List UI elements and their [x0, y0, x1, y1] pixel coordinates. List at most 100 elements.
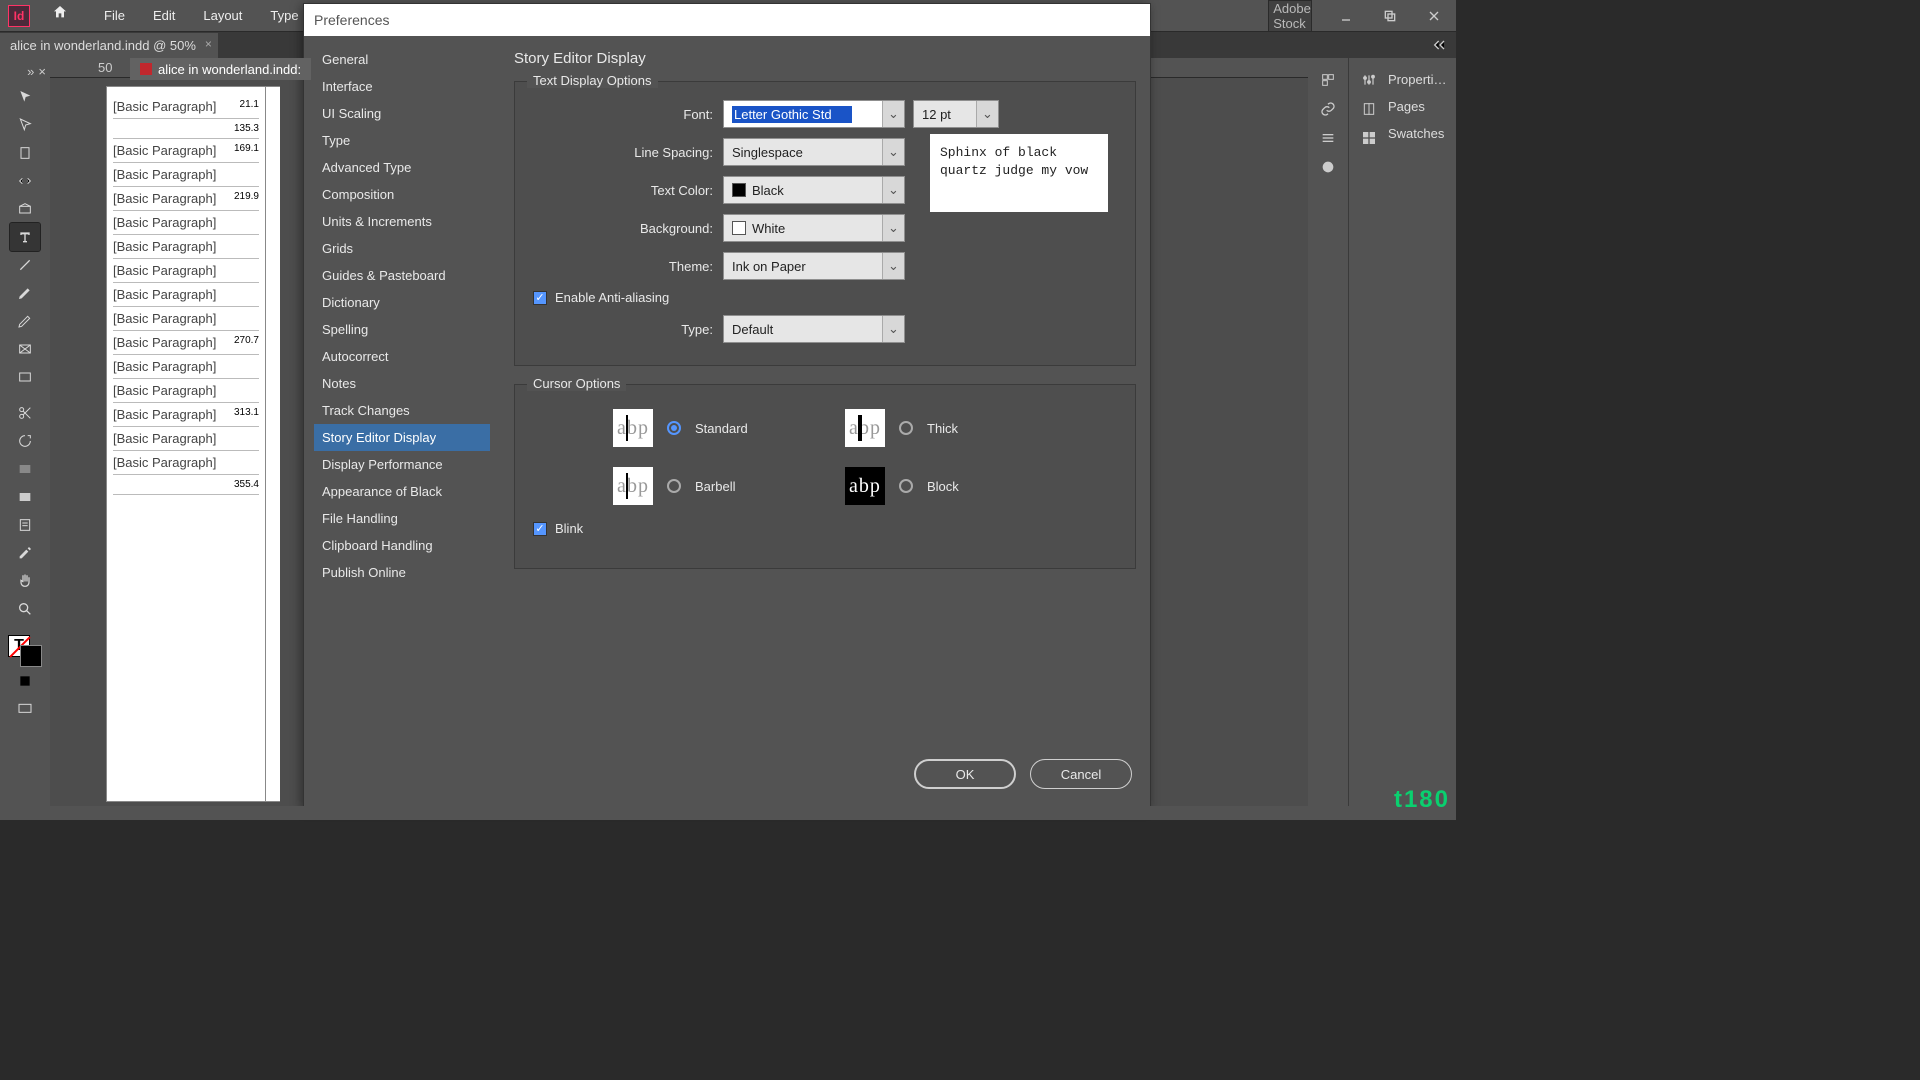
note-tool-icon[interactable]: [10, 511, 40, 539]
page-tool-icon[interactable]: [10, 139, 40, 167]
content-collector-tool-icon[interactable]: [10, 195, 40, 223]
hand-tool-icon[interactable]: [10, 567, 40, 595]
chevron-down-icon[interactable]: ⌄: [882, 177, 904, 203]
menu-layout[interactable]: Layout: [189, 0, 256, 32]
dock-expand-icon[interactable]: »: [27, 64, 34, 79]
chevron-down-icon[interactable]: ⌄: [976, 101, 998, 127]
zoom-tool-icon[interactable]: [10, 595, 40, 623]
story-editor-row[interactable]: [Basic Paragraph]: [113, 379, 259, 403]
cursor-option-barbell[interactable]: abp Barbell: [613, 467, 825, 505]
panel-collapse-icon[interactable]: [1424, 32, 1456, 58]
window-maximize-icon[interactable]: [1368, 0, 1412, 32]
links-panel-icon[interactable]: [1320, 101, 1336, 120]
background-select[interactable]: White ⌄: [723, 214, 905, 242]
pref-nav-dictionary[interactable]: Dictionary: [314, 289, 490, 316]
story-editor-row[interactable]: [Basic Paragraph]: [113, 307, 259, 331]
rectangle-tool-icon[interactable]: [10, 363, 40, 391]
pref-nav-appearance-of-black[interactable]: Appearance of Black: [314, 478, 490, 505]
pref-nav-story-editor-display[interactable]: Story Editor Display: [314, 424, 490, 451]
pref-nav-clipboard-handling[interactable]: Clipboard Handling: [314, 532, 490, 559]
pref-nav-notes[interactable]: Notes: [314, 370, 490, 397]
pref-nav-ui-scaling[interactable]: UI Scaling: [314, 100, 490, 127]
radio-icon[interactable]: [899, 421, 913, 435]
selection-tool-icon[interactable]: [10, 83, 40, 111]
gradient-swatch-tool-icon[interactable]: [10, 455, 40, 483]
story-editor-row[interactable]: [Basic Paragraph]21.1: [113, 95, 259, 119]
properties-panel-icon[interactable]: [1320, 72, 1336, 91]
pref-nav-type[interactable]: Type: [314, 127, 490, 154]
document-tab[interactable]: alice in wonderland.indd @ 50% ×: [0, 33, 218, 58]
window-close-icon[interactable]: [1412, 0, 1456, 32]
panel-properties-label[interactable]: Properti…: [1388, 72, 1456, 87]
story-editor-row[interactable]: [Basic Paragraph]270.7: [113, 331, 259, 355]
pref-nav-composition[interactable]: Composition: [314, 181, 490, 208]
close-tab-icon[interactable]: ×: [205, 37, 212, 51]
font-size-select[interactable]: 12 pt ⌄: [913, 100, 999, 128]
gradient-feather-tool-icon[interactable]: [10, 483, 40, 511]
story-editor-row[interactable]: [Basic Paragraph]: [113, 163, 259, 187]
direct-selection-tool-icon[interactable]: [10, 111, 40, 139]
cursor-option-standard[interactable]: abp Standard: [613, 409, 825, 447]
pref-nav-display-performance[interactable]: Display Performance: [314, 451, 490, 478]
swatches-icon[interactable]: [1361, 130, 1377, 149]
pages-icon[interactable]: [1361, 101, 1377, 120]
color-panel-icon[interactable]: [1320, 159, 1336, 178]
eyedropper-tool-icon[interactable]: [10, 539, 40, 567]
pencil-tool-icon[interactable]: [10, 307, 40, 335]
pref-nav-grids[interactable]: Grids: [314, 235, 490, 262]
pref-nav-track-changes[interactable]: Track Changes: [314, 397, 490, 424]
radio-icon[interactable]: [667, 479, 681, 493]
blink-checkbox[interactable]: ✓ Blink: [533, 521, 1117, 536]
story-editor-row[interactable]: [Basic Paragraph]: [113, 235, 259, 259]
window-minimize-icon[interactable]: [1324, 0, 1368, 32]
story-editor-row[interactable]: 135.3: [113, 119, 259, 139]
pref-nav-interface[interactable]: Interface: [314, 73, 490, 100]
panel-pages-label[interactable]: Pages: [1388, 99, 1456, 114]
font-select[interactable]: ⌄: [723, 100, 905, 128]
chevron-down-icon[interactable]: ⌄: [882, 215, 904, 241]
story-editor-row[interactable]: [Basic Paragraph]219.9: [113, 187, 259, 211]
line-spacing-select[interactable]: Singlespace ⌄: [723, 138, 905, 166]
menu-file[interactable]: File: [90, 0, 139, 32]
gap-tool-icon[interactable]: [10, 167, 40, 195]
free-transform-tool-icon[interactable]: [10, 427, 40, 455]
apply-color-icon[interactable]: [10, 667, 40, 695]
story-editor-row[interactable]: [Basic Paragraph]: [113, 355, 259, 379]
story-editor-row[interactable]: [Basic Paragraph]: [113, 211, 259, 235]
stock-search[interactable]: Adobe Stock: [1268, 0, 1312, 32]
line-tool-icon[interactable]: [10, 251, 40, 279]
pref-nav-units-increments[interactable]: Units & Increments: [314, 208, 490, 235]
cancel-button[interactable]: Cancel: [1030, 759, 1132, 789]
panel-swatches-label[interactable]: Swatches: [1388, 126, 1456, 141]
chevron-down-icon[interactable]: ⌄: [882, 253, 904, 279]
chevron-down-icon[interactable]: ⌄: [882, 101, 904, 127]
properties-icon[interactable]: [1361, 72, 1377, 91]
aa-type-select[interactable]: Default ⌄: [723, 315, 905, 343]
story-editor-row[interactable]: [Basic Paragraph]: [113, 427, 259, 451]
pref-nav-publish-online[interactable]: Publish Online: [314, 559, 490, 586]
story-editor-text-column[interactable]: [266, 86, 280, 802]
pref-nav-autocorrect[interactable]: Autocorrect: [314, 343, 490, 370]
story-editor-tab[interactable]: alice in wonderland.indd:: [130, 58, 311, 80]
pref-nav-advanced-type[interactable]: Advanced Type: [314, 154, 490, 181]
fill-stroke-swatch[interactable]: T: [8, 635, 42, 667]
pref-nav-guides-pasteboard[interactable]: Guides & Pasteboard: [314, 262, 490, 289]
pref-nav-general[interactable]: General: [314, 46, 490, 73]
theme-select[interactable]: Ink on Paper ⌄: [723, 252, 905, 280]
story-editor-row[interactable]: [Basic Paragraph]313.1: [113, 403, 259, 427]
scissors-tool-icon[interactable]: [10, 399, 40, 427]
screen-mode-icon[interactable]: [10, 695, 40, 723]
font-input[interactable]: [732, 106, 852, 123]
story-editor-row[interactable]: [Basic Paragraph]: [113, 283, 259, 307]
chevron-down-icon[interactable]: ⌄: [882, 139, 904, 165]
story-editor-row[interactable]: 355.4: [113, 475, 259, 495]
pref-nav-spelling[interactable]: Spelling: [314, 316, 490, 343]
rectangle-frame-tool-icon[interactable]: [10, 335, 40, 363]
story-editor-row[interactable]: [Basic Paragraph]: [113, 259, 259, 283]
cursor-option-thick[interactable]: abp Thick: [845, 409, 1057, 447]
type-tool-icon[interactable]: [10, 223, 40, 251]
story-editor-column[interactable]: [Basic Paragraph]21.1135.3 [Basic Paragra…: [106, 86, 266, 802]
menu-edit[interactable]: Edit: [139, 0, 189, 32]
radio-icon[interactable]: [899, 479, 913, 493]
cursor-option-block[interactable]: abp Block: [845, 467, 1057, 505]
